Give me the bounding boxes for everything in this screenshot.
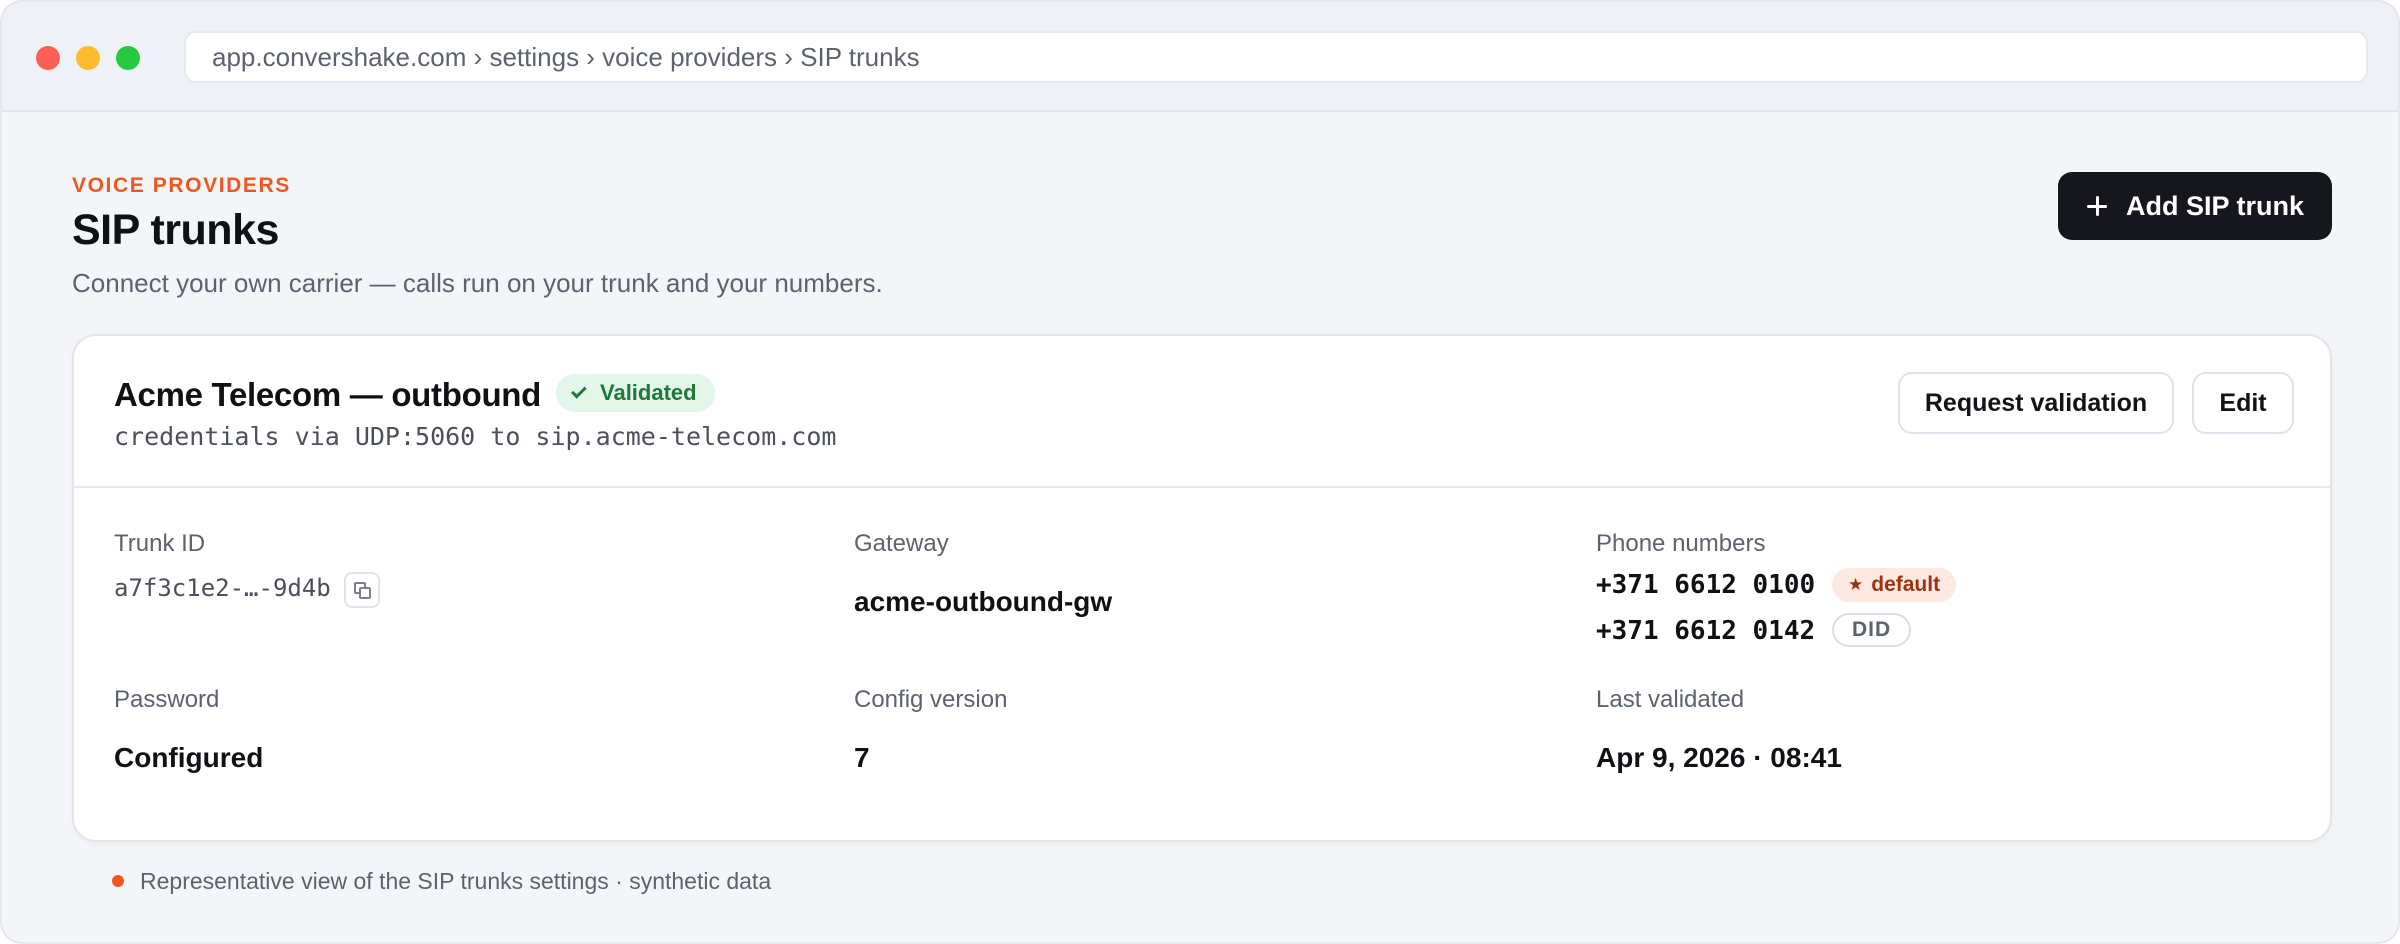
trunk-card: Acme Telecom — outbound Validated creden… xyxy=(72,334,2332,842)
maximize-window-button[interactable] xyxy=(116,46,140,70)
footnote-dot xyxy=(112,875,124,887)
default-badge: ★ default xyxy=(1832,568,1957,602)
page-title: SIP trunks xyxy=(72,206,279,254)
trunk-description: credentials via UDP:5060 to sip.acme-tel… xyxy=(114,422,837,451)
copy-trunk-id-button[interactable] xyxy=(344,572,380,608)
trunk-name: Acme Telecom — outbound xyxy=(114,376,542,413)
add-sip-trunk-label: Add SIP trunk xyxy=(2125,190,2305,221)
password-value: Configured xyxy=(114,742,264,773)
footnote: Representative view of the SIP trunks se… xyxy=(140,868,772,894)
default-badge-label: default xyxy=(1871,573,1941,596)
validated-badge-label: Validated xyxy=(600,380,697,405)
page-subtitle: Connect your own carrier — calls run on … xyxy=(72,268,883,298)
close-window-button[interactable] xyxy=(36,46,60,70)
phone-number-did: +371 6612 0142 xyxy=(1596,616,1816,646)
last-validated-label: Last validated xyxy=(1596,686,1745,713)
trunk-card-header: Acme Telecom — outbound Validated creden… xyxy=(74,336,2330,488)
title-bar: app.convershake.com › settings › voice p… xyxy=(2,2,2398,112)
phone-number-default: +371 6612 0100 xyxy=(1596,570,1816,600)
minimize-window-button[interactable] xyxy=(76,46,100,70)
password-label: Password xyxy=(114,686,220,713)
did-badge: DID xyxy=(1832,613,1912,647)
check-icon xyxy=(571,383,587,399)
gateway-label: Gateway xyxy=(854,530,949,557)
phone-numbers-label: Phone numbers xyxy=(1596,530,1766,557)
browser-window: app.convershake.com › settings › voice p… xyxy=(0,0,2400,944)
trunk-id-value: a7f3c1e2-…-9d4b xyxy=(114,574,331,602)
address-bar[interactable]: app.convershake.com › settings › voice p… xyxy=(184,31,2368,83)
section-eyebrow: VOICE PROVIDERS xyxy=(72,174,291,197)
gateway-value: acme-outbound-gw xyxy=(854,586,1113,617)
add-sip-trunk-button[interactable]: Add SIP trunk xyxy=(2058,172,2332,240)
trunk-id-label: Trunk ID xyxy=(114,530,206,557)
validated-badge: Validated xyxy=(556,374,715,412)
star-icon: ★ xyxy=(1848,575,1864,594)
config-version-value: 7 xyxy=(854,742,870,773)
edit-button[interactable]: Edit xyxy=(2192,372,2294,434)
config-version-label: Config version xyxy=(854,686,1008,713)
last-validated-value: Apr 9, 2026 · 08:41 xyxy=(1596,742,1842,773)
request-validation-button[interactable]: Request validation xyxy=(1898,372,2174,434)
plus-icon xyxy=(2086,195,2108,217)
